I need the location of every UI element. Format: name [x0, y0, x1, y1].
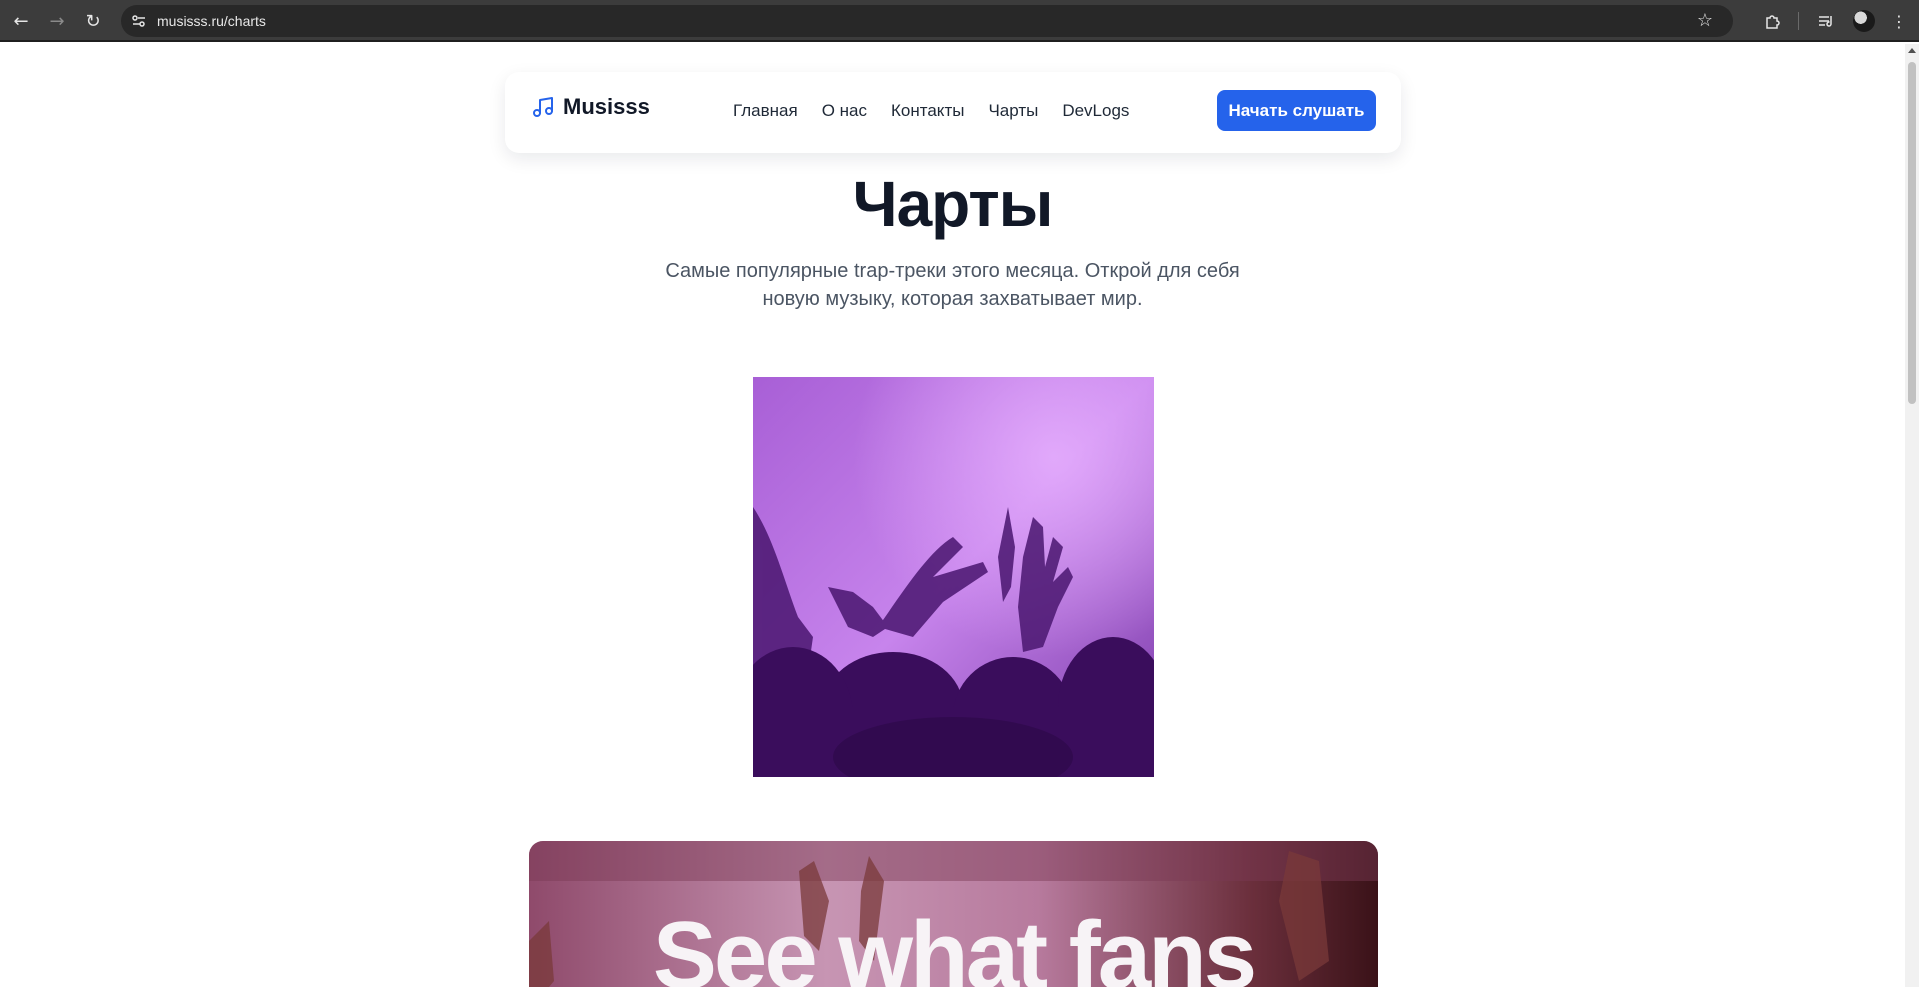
profile-avatar[interactable] [1853, 10, 1875, 32]
logo-text: Musisss [563, 94, 650, 119]
site-header: Musisss Главная О нас Контакты Чарты Dev… [505, 72, 1401, 153]
concert-crowd-image [753, 377, 1154, 777]
media-queue-icon[interactable] [1814, 9, 1838, 33]
address-bar[interactable]: musisss.ru/charts ☆ [121, 5, 1733, 37]
scroll-up-arrow-icon[interactable] [1908, 48, 1916, 53]
page-subtitle: Самые популярные trap-треки этого месяца… [665, 260, 1240, 310]
nav-link-about[interactable]: О нас [822, 101, 867, 121]
reload-icon[interactable]: ↻ [81, 9, 105, 33]
more-vertical-icon[interactable]: ⋮ [1887, 9, 1911, 33]
page-title: Чарты [852, 168, 1054, 240]
nav-link-charts[interactable]: Чарты [988, 101, 1038, 121]
banner-headline: See what fans [652, 902, 1257, 987]
fans-promo-banner: See what fans [529, 841, 1378, 987]
forward-arrow-icon[interactable]: → [45, 9, 69, 33]
nav-link-contacts[interactable]: Контакты [891, 101, 964, 121]
nav-link-home[interactable]: Главная [733, 101, 798, 121]
extensions-puzzle-icon[interactable] [1761, 9, 1785, 33]
page-scrollbar[interactable] [1905, 44, 1919, 987]
music-note-icon [533, 97, 553, 117]
start-listening-button[interactable]: Начать слушать [1217, 90, 1376, 131]
main-nav: Главная О нас Контакты Чарты DevLogs [733, 101, 1129, 121]
browser-toolbar: ← → ↻ musisss.ru/charts ☆ ⋮ [0, 0, 1919, 42]
scrollbar-thumb[interactable] [1908, 62, 1916, 404]
nav-link-devlogs[interactable]: DevLogs [1062, 101, 1129, 121]
page-content: Musisss Главная О нас Контакты Чарты Dev… [0, 44, 1905, 987]
logo[interactable]: Musisss [531, 94, 650, 120]
toolbar-divider [1798, 12, 1799, 30]
site-settings-icon[interactable] [130, 12, 148, 30]
back-arrow-icon[interactable]: ← [9, 9, 33, 33]
url-text[interactable]: musisss.ru/charts [157, 13, 266, 29]
bookmark-star-icon[interactable]: ☆ [1697, 10, 1713, 31]
